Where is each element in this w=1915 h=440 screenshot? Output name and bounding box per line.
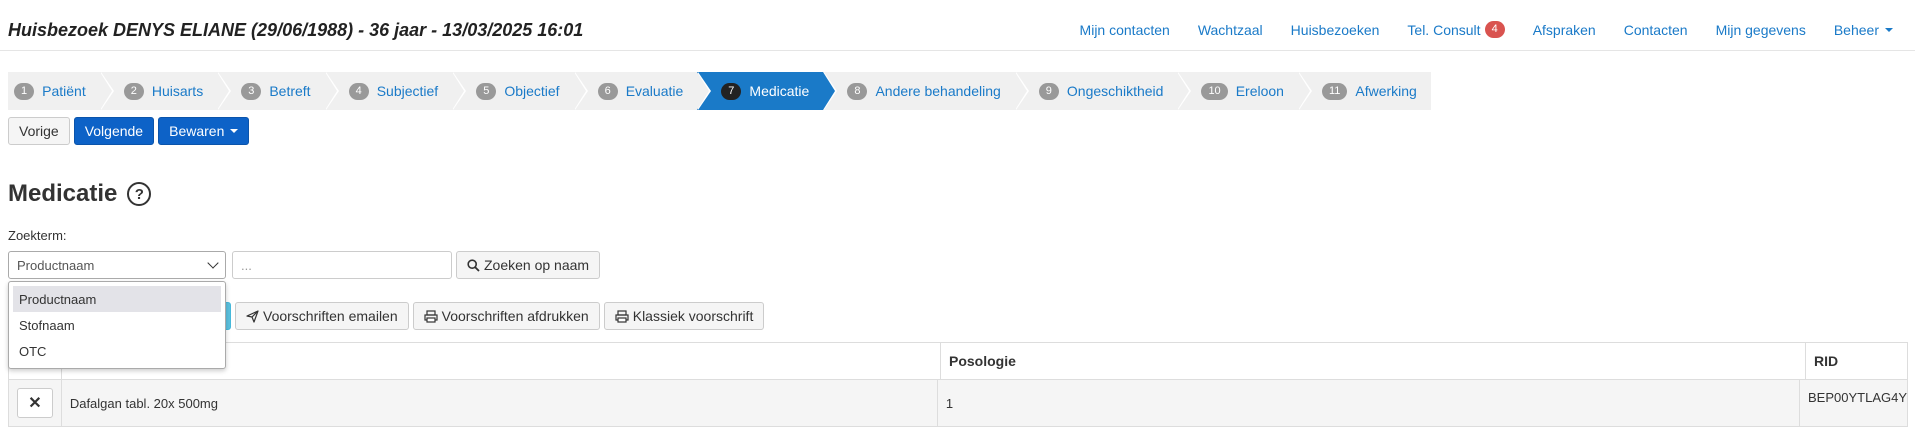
step-number: 6	[597, 82, 618, 100]
search-by-name-button[interactable]: Zoeken op naam	[456, 251, 601, 279]
step-label: Afwerking	[1355, 83, 1417, 99]
dropdown-option-otc[interactable]: OTC	[9, 338, 225, 364]
nav-label: Huisbezoeken	[1290, 21, 1380, 38]
step-label: Ereloon	[1235, 83, 1284, 99]
nav-label: Mijn gegevens	[1715, 21, 1806, 38]
posologie-cell: 1	[938, 380, 1800, 426]
nav-contacten[interactable]: Contacten	[1624, 21, 1688, 38]
table-header: Posologie RID	[9, 343, 1907, 380]
step-number: 1	[14, 82, 35, 100]
step-number: 8	[847, 82, 868, 100]
column-header-posologie: Posologie	[941, 343, 1806, 379]
nav-label: Contacten	[1623, 21, 1688, 38]
product-cell: Dafalgan tabl. 20x 500mg	[62, 380, 938, 426]
select-value: Productnaam	[17, 257, 95, 273]
classic-label: Klassiek voorschrift	[632, 308, 754, 324]
wizard-step-subjectief[interactable]: 4 Subjectief	[324, 72, 466, 110]
caret-down-icon	[1885, 27, 1893, 32]
step-number: 10	[1201, 82, 1228, 100]
search-button-label: Zoeken op naam	[484, 257, 590, 273]
search-type-dropdown: Productnaam Stofnaam OTC	[8, 281, 226, 369]
remove-row-button[interactable]: ✕	[16, 388, 53, 418]
wizard-step-huisarts[interactable]: 2 Huisarts	[99, 72, 232, 110]
search-icon	[467, 258, 480, 272]
step-number: 9	[1038, 82, 1059, 100]
wizard-step-evaluatie[interactable]: 6 Evaluatie	[573, 72, 711, 110]
table-row: ✕ Dafalgan tabl. 20x 500mg 1 BEP00YTLAG4…	[9, 380, 1907, 426]
nav-label: Mijn contacten	[1079, 21, 1170, 38]
dropdown-option-productnaam[interactable]: Productnaam	[13, 286, 221, 312]
print-icon	[424, 309, 438, 323]
email-label: Voorschriften emailen	[263, 308, 398, 324]
wizard-step-medicatie[interactable]: 7 Medicatie	[697, 72, 838, 110]
nav-mijn-contacten[interactable]: Mijn contacten	[1080, 21, 1170, 38]
nav-huisbezoeken[interactable]: Huisbezoeken	[1291, 21, 1380, 38]
step-number: 11	[1321, 82, 1348, 100]
wizard-step-objectief[interactable]: 5 Objectief	[452, 72, 588, 110]
nav-label: Tel. Consult	[1407, 21, 1481, 38]
step-number: 3	[241, 82, 262, 100]
classic-prescription-button[interactable]: Klassiek voorschrift	[603, 302, 765, 330]
search-placeholder: ...	[241, 257, 252, 273]
nav-label: Beheer	[1833, 21, 1879, 38]
step-label: Ongeschiktheid	[1066, 83, 1164, 99]
step-number: 4	[348, 82, 369, 100]
wizard-step-ongeschiktheid[interactable]: 9 Ongeschiktheid	[1014, 72, 1192, 110]
section-heading: Medicatie ?	[8, 180, 152, 208]
page-title: Huisbezoek DENYS ELIANE (29/06/1988) - 3…	[8, 20, 584, 40]
header-bar: Huisbezoek DENYS ELIANE (29/06/1988) - 3…	[0, 0, 1915, 51]
print-icon	[615, 309, 629, 323]
row-action-cell: ✕	[9, 380, 62, 426]
print-prescriptions-button[interactable]: Voorschriften afdrukken	[412, 302, 600, 330]
nav-afspraken[interactable]: Afspraken	[1533, 21, 1596, 38]
next-button[interactable]: Volgende	[73, 117, 155, 145]
step-label: Patiënt	[42, 83, 86, 99]
step-label: Andere behandeling	[875, 83, 1001, 99]
wizard-step-andere-behandeling[interactable]: 8 Andere behandeling	[823, 72, 1030, 110]
save-label: Bewaren	[169, 123, 225, 139]
nav-label: Wachtzaal	[1197, 21, 1263, 38]
prev-button[interactable]: Vorige	[8, 117, 70, 145]
search-label: Zoekterm:	[8, 228, 67, 243]
column-header-rid: RID	[1814, 353, 1839, 369]
help-icon[interactable]: ?	[127, 182, 152, 206]
rid-cell: BEP00YTLAG4Y	[1808, 390, 1907, 405]
nav-tel-consult[interactable]: Tel. Consult 4	[1407, 21, 1505, 38]
send-icon	[246, 309, 259, 323]
count-badge: 4	[1484, 21, 1505, 38]
top-nav: Mijn contacten Wachtzaal Huisbezoeken Te…	[1052, 21, 1893, 38]
chevron-down-icon	[207, 257, 219, 269]
caret-down-icon	[230, 129, 239, 133]
wizard-step-afwerking[interactable]: 11 Afwerking	[1297, 72, 1431, 110]
dropdown-option-stofnaam[interactable]: Stofnaam	[9, 312, 225, 338]
nav-beheer[interactable]: Beheer	[1834, 21, 1893, 38]
wizard-step-betreft[interactable]: 3 Betreft	[217, 72, 340, 110]
step-label: Evaluatie	[625, 83, 684, 99]
wizard-steps: 1 Patiënt 2 Huisarts 3 Betreft 4 Subjectief …	[8, 72, 1431, 110]
search-input[interactable]: ...	[232, 251, 452, 279]
section-title: Medicatie	[8, 180, 118, 207]
print-label: Voorschriften afdrukken	[441, 308, 589, 324]
step-label: Huisarts	[151, 83, 204, 99]
nav-mijn-gegevens[interactable]: Mijn gegevens	[1716, 21, 1806, 38]
email-prescriptions-button[interactable]: Voorschriften emailen	[235, 302, 409, 330]
step-label: Objectief	[504, 83, 560, 99]
step-number: 2	[123, 82, 144, 100]
step-label: Betreft	[269, 83, 311, 99]
wizard-step-ereloon[interactable]: 10 Ereloon	[1177, 72, 1312, 110]
medication-table: Posologie RID ✕ Dafalgan tabl. 20x 500mg…	[8, 342, 1908, 427]
step-number: 7	[721, 82, 742, 100]
nav-label: Afspraken	[1532, 21, 1596, 38]
step-label: Subjectief	[376, 83, 439, 99]
save-dropdown-button[interactable]: Bewaren	[158, 117, 250, 145]
wizard-buttons: Vorige Volgende Bewaren	[8, 117, 250, 145]
nav-wachtzaal[interactable]: Wachtzaal	[1198, 21, 1263, 38]
search-type-select[interactable]: Productnaam	[8, 251, 226, 279]
wizard-step-patient[interactable]: 1 Patiënt	[8, 72, 114, 110]
step-label: Medicatie	[749, 83, 810, 99]
step-number: 5	[476, 82, 497, 100]
